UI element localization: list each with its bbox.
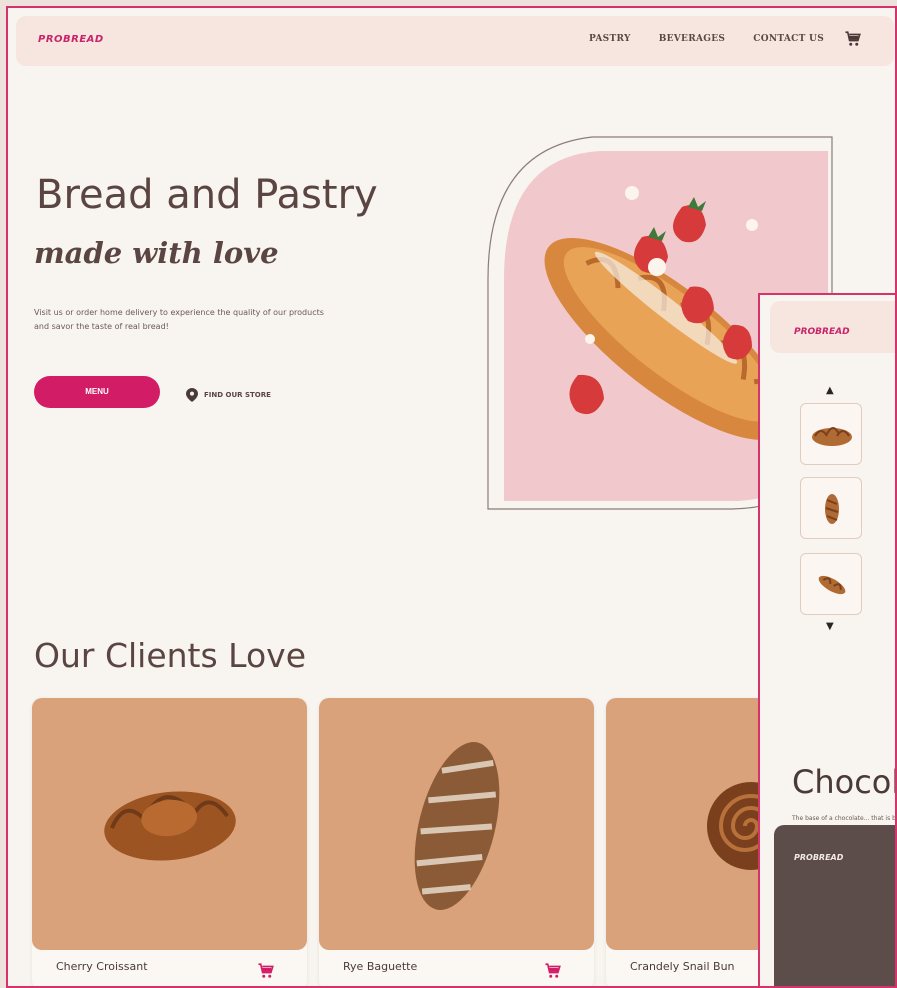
preview-brand-logo[interactable]: PROBREAD: [794, 327, 850, 337]
product-name: Rye Baguette: [343, 960, 418, 973]
product-card-cherry-croissant[interactable]: Cherry Croissant: [32, 698, 307, 986]
top-navbar: PROBREAD PASTRY BEVERAGES CONTACT US: [16, 16, 894, 66]
nav-link-beverages[interactable]: BEVERAGES: [659, 34, 726, 44]
footer-brand-logo[interactable]: PROBREAD: [794, 853, 843, 862]
product-name: Cherry Croissant: [56, 960, 148, 973]
preview-navbar: PROBREAD: [770, 301, 895, 353]
preview-product-title: Chocol: [792, 763, 897, 801]
product-image: [32, 698, 307, 950]
brand-logo[interactable]: PROBREAD: [38, 34, 104, 45]
find-store-link[interactable]: FIND OUR STORE: [186, 388, 271, 402]
product-image: [319, 698, 594, 950]
product-card-rye-baguette[interactable]: Rye Baguette: [319, 698, 594, 986]
hero-description: Visit us or order home delivery to exper…: [34, 308, 324, 331]
add-to-cart-icon[interactable]: [544, 962, 562, 980]
find-store-label: FIND OUR STORE: [204, 391, 271, 399]
landing-page: PROBREAD PASTRY BEVERAGES CONTACT US Bre…: [6, 6, 897, 988]
carousel-down-icon[interactable]: ▼: [826, 621, 834, 632]
cart-icon[interactable]: [844, 30, 862, 48]
add-to-cart-icon[interactable]: [257, 962, 275, 980]
clients-section-title: Our Clients Love: [34, 636, 306, 675]
product-detail-preview: PROBREAD ▲ ▼ Chocol The base of a chocol…: [758, 293, 897, 986]
menu-button[interactable]: MENU: [34, 376, 160, 408]
location-pin-icon: [186, 388, 198, 402]
carousel-thumb-3[interactable]: [800, 553, 862, 615]
nav-link-contact-us[interactable]: CONTACT US: [753, 34, 824, 44]
carousel-thumb-2[interactable]: [800, 477, 862, 539]
hero-subtitle: made with love: [34, 236, 279, 270]
nav-links: PASTRY BEVERAGES CONTACT US: [589, 34, 824, 44]
preview-footer: PROBREAD: [774, 825, 895, 986]
carousel-thumb-1[interactable]: [800, 403, 862, 465]
nav-link-pastry[interactable]: PASTRY: [589, 34, 631, 44]
product-name: Crandely Snail Bun: [630, 960, 735, 973]
carousel-up-icon[interactable]: ▲: [826, 385, 834, 396]
hero-title: Bread and Pastry: [36, 172, 378, 218]
